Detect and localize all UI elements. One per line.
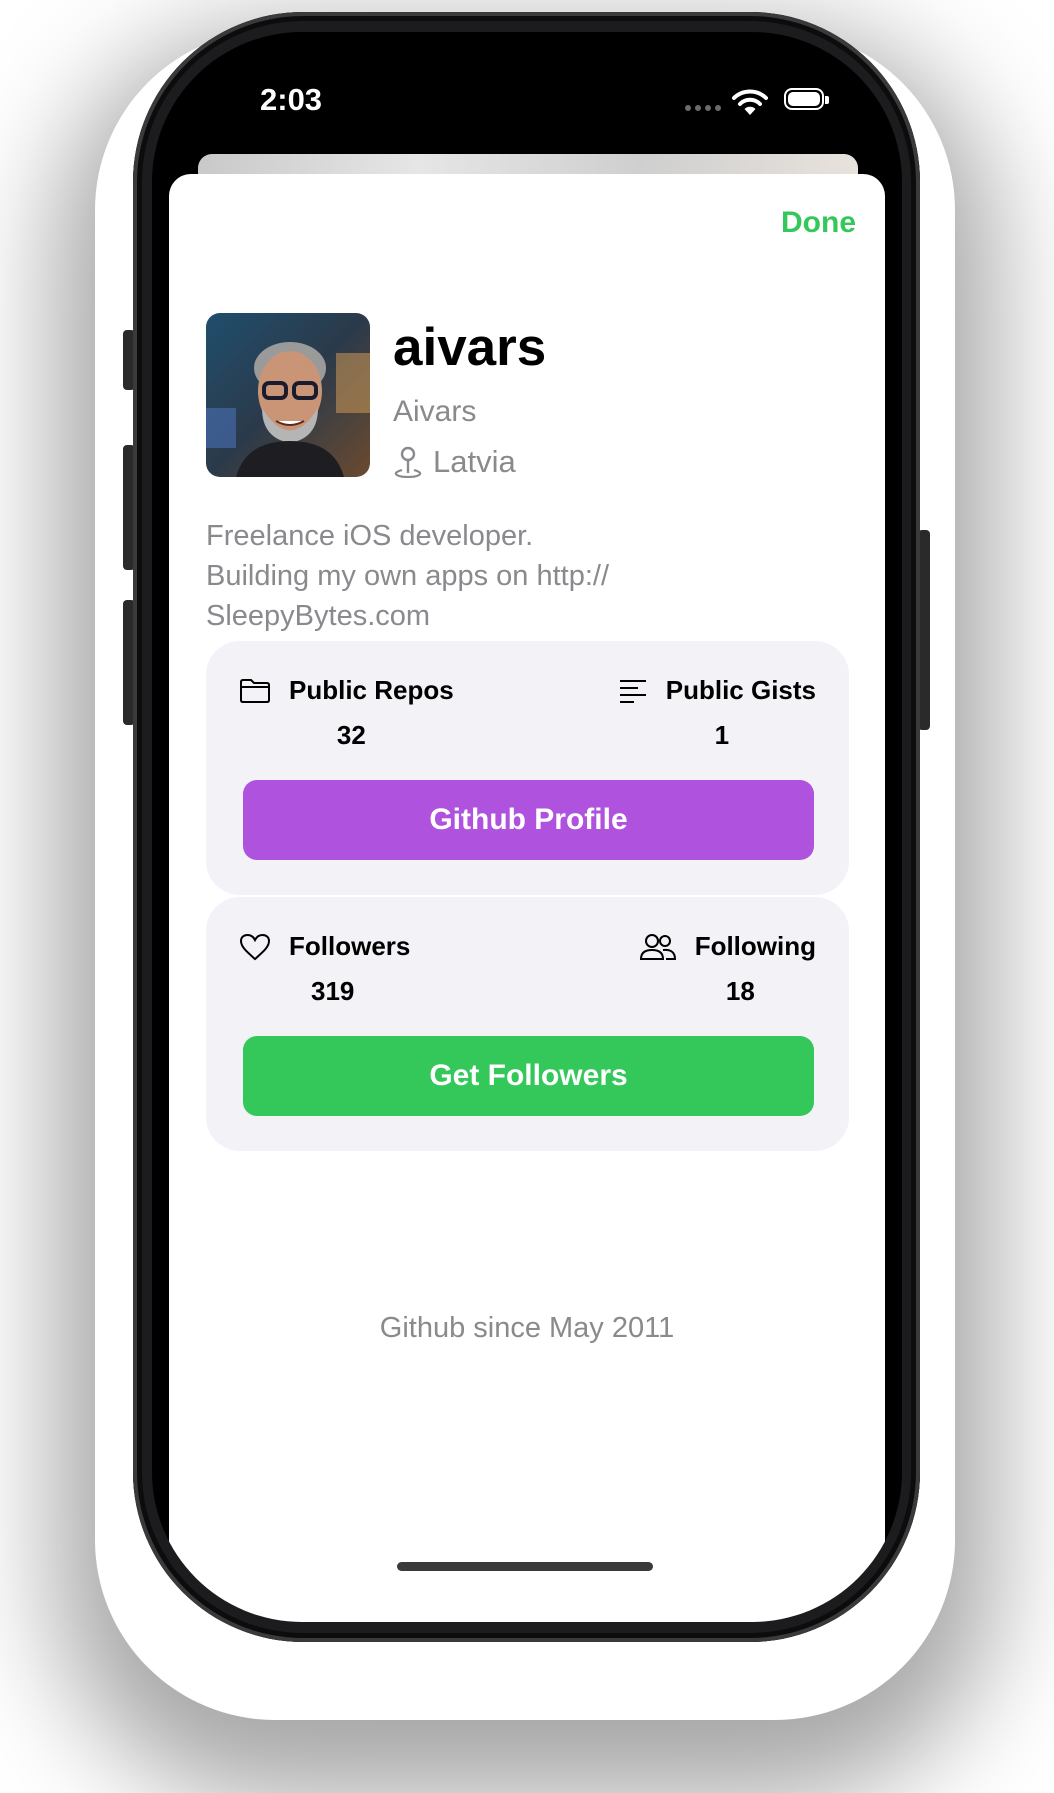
following-value: 18	[725, 976, 755, 1006]
done-button[interactable]: Done	[781, 206, 856, 240]
get-followers-button[interactable]: Get Followers	[243, 1036, 814, 1116]
public-repos-stat: Public Repos 32	[239, 675, 454, 751]
location-row: Latvia	[393, 444, 516, 480]
following-stat: Following 18	[639, 931, 816, 1007]
signal-icon	[685, 105, 721, 111]
repo-card: Public Repos 32 Public Gists 1 Github Pr…	[206, 641, 849, 895]
followers-stat: Followers 319	[239, 931, 410, 1007]
following-label: Following	[694, 931, 816, 961]
wifi-icon	[732, 89, 768, 115]
public-repos-label: Public Repos	[289, 675, 454, 705]
public-gists-label: Public Gists	[665, 675, 816, 705]
user-info-sheet: Done aivars Aivars Latvia Freelance iOS …	[169, 174, 885, 1622]
bio-text: Freelance iOS developer. Building my own…	[206, 520, 610, 632]
status-time: 2:03	[260, 82, 323, 117]
battery-icon	[784, 88, 829, 110]
heart-icon	[239, 933, 271, 960]
people-icon	[639, 933, 676, 960]
home-indicator[interactable]	[397, 1562, 653, 1571]
location-label: Latvia	[433, 444, 516, 479]
github-profile-button[interactable]: Github Profile	[243, 780, 814, 860]
full-name: Aivars	[393, 395, 477, 428]
public-gists-value: 1	[714, 720, 730, 750]
public-gists-stat: Public Gists 1	[618, 675, 816, 751]
mappin-icon	[394, 446, 422, 478]
avatar	[206, 313, 370, 477]
text-lines-icon	[619, 679, 646, 703]
follow-card: Followers 319 Following 18 Get Followers	[206, 897, 849, 1151]
followers-value: 319	[310, 976, 355, 1006]
followers-label: Followers	[289, 931, 411, 961]
member-since-label: Github since May 2011	[379, 1312, 675, 1344]
folder-icon	[240, 678, 270, 703]
public-repos-value: 32	[336, 720, 366, 750]
username: aivars	[393, 318, 547, 377]
screen: 2:03 Done aivars Aivars Latvia Freelance…	[152, 32, 902, 1622]
